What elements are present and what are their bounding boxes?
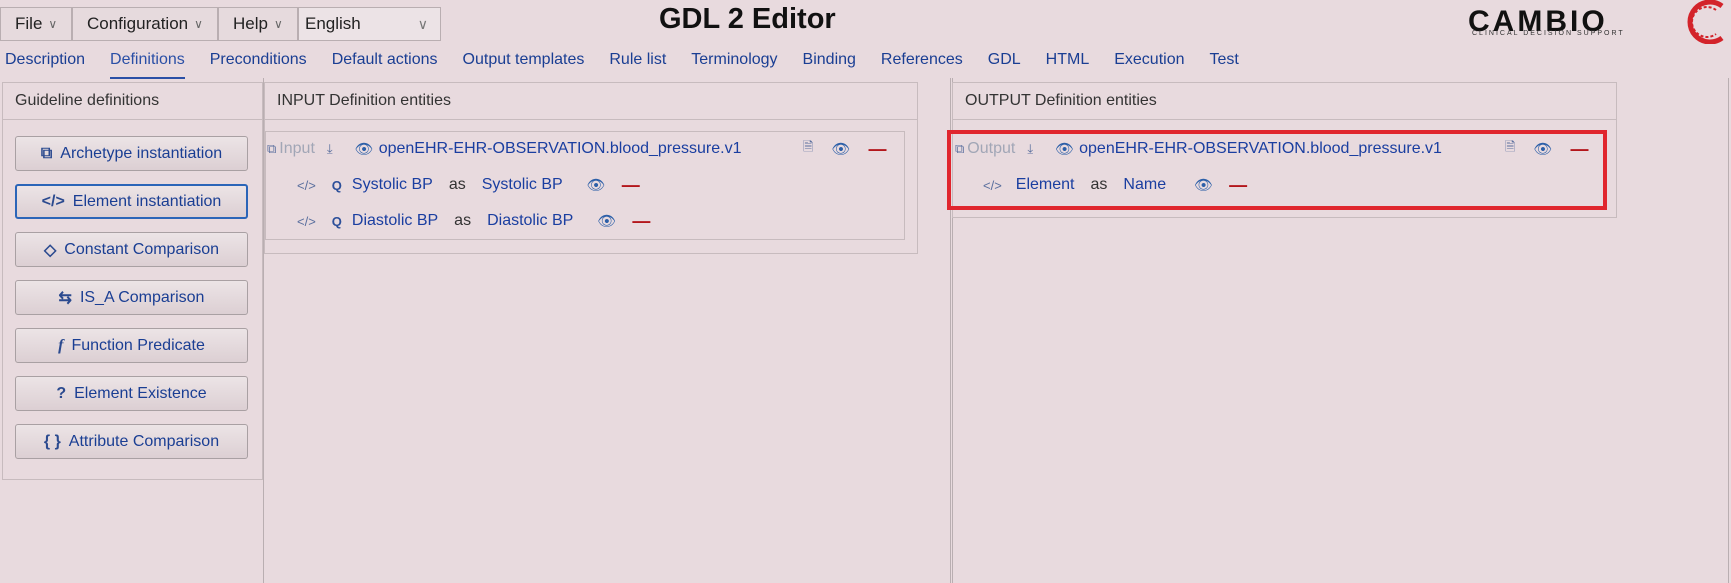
tab-rule-list[interactable]: Rule list (609, 44, 666, 77)
button-label: Archetype instantiation (60, 144, 223, 162)
element-path-link[interactable]: Systolic BP (352, 176, 433, 194)
code-icon: </> (297, 177, 316, 193)
element-existence-button[interactable]: ? Element Existence (15, 376, 248, 411)
chevron-down-icon: ∨ (417, 16, 428, 32)
remove-icon[interactable]: — (622, 175, 640, 196)
tab-references[interactable]: References (881, 44, 963, 77)
input-archetype-actions: 🗎 👁 — (803, 136, 887, 162)
button-label: IS_A Comparison (79, 288, 205, 306)
eye-icon[interactable]: 👁 (597, 212, 616, 230)
tab-output-templates[interactable]: Output templates (463, 44, 585, 77)
code-icon: </> (297, 213, 316, 229)
language-value: English (305, 14, 361, 33)
menu-file-label: File (15, 14, 43, 33)
button-label: Element instantiation (72, 192, 222, 210)
is-a-comparison-button[interactable]: ⇆ IS_A Comparison (15, 280, 248, 315)
archetype-icon: ⧉ (267, 141, 277, 156)
query-icon[interactable]: Q (332, 178, 342, 193)
attribute-comparison-button[interactable]: { } Attribute Comparison (15, 424, 248, 459)
panel-title: OUTPUT Definition entities (953, 83, 1616, 120)
language-select[interactable]: English ∨ (298, 7, 441, 41)
tab-definitions[interactable]: Definitions (110, 44, 185, 79)
tab-binding[interactable]: Binding (803, 44, 856, 77)
entity-type-label: Input (279, 140, 315, 157)
panel-title: INPUT Definition entities (265, 83, 917, 120)
logo-ring-icon (1687, 0, 1724, 44)
question-icon: ? (56, 384, 67, 402)
function-icon: f (58, 336, 64, 354)
tab-test[interactable]: Test (1209, 44, 1238, 77)
element-path-link[interactable]: Diastolic BP (352, 212, 438, 230)
as-label: as (448, 176, 466, 193)
chevron-down-icon: ∨ (194, 17, 203, 31)
diamond-icon: ◇ (43, 241, 57, 259)
panel-title: Guideline definitions (3, 83, 262, 120)
archetype-link[interactable]: openEHR-EHR-OBSERVATION.blood_pressure.v… (379, 140, 742, 158)
menu-configuration-label: Configuration (87, 14, 189, 33)
eye-icon[interactable]: 👁 (831, 140, 850, 158)
tab-preconditions[interactable]: Preconditions (210, 44, 307, 77)
button-label: Attribute Comparison (68, 432, 220, 450)
divider (1728, 78, 1729, 583)
element-alias-link[interactable]: Diastolic BP (487, 212, 573, 230)
input-element-row: </> Q Systolic BP as Systolic BP 👁 — (297, 172, 640, 198)
archetype-instantiation-button[interactable]: ⧉ Archetype instantiation (15, 136, 248, 171)
menu-file[interactable]: File ∨ (0, 7, 72, 41)
tab-terminology[interactable]: Terminology (691, 44, 777, 77)
menu-configuration[interactable]: Configuration ∨ (72, 7, 218, 41)
top-bar: File ∨ Configuration ∨ Help ∨ English ∨ … (0, 0, 1731, 44)
element-instantiation-button[interactable]: </> Element instantiation (15, 184, 248, 219)
chevron-down-icon: ∨ (273, 17, 283, 31)
braces-icon: { } (43, 432, 61, 450)
element-alias-link[interactable]: Systolic BP (482, 176, 563, 194)
tab-html[interactable]: HTML (1046, 44, 1090, 77)
arrows-icon: ⇆ (58, 289, 72, 307)
tab-description[interactable]: Description (5, 44, 85, 77)
tab-gdl[interactable]: GDL (988, 44, 1021, 77)
logo-subtitle: CLINICAL DECISION SUPPORT (1472, 30, 1625, 37)
eye-icon[interactable]: 👁 (587, 176, 606, 194)
highlight-box (947, 130, 1607, 210)
button-label: Function Predicate (71, 336, 205, 354)
download-icon[interactable]: ⤓ (327, 141, 333, 157)
cambio-logo: CAMBIO CLINICAL DECISION SUPPORT (1468, 0, 1730, 44)
button-label: Constant Comparison (64, 240, 220, 258)
tab-bar: Description Definitions Preconditions De… (0, 44, 1731, 79)
menu-help[interactable]: Help ∨ (218, 7, 298, 41)
remove-icon[interactable]: — (869, 139, 887, 160)
remove-icon[interactable]: — (632, 211, 650, 232)
query-icon[interactable]: Q (332, 214, 342, 229)
code-icon: </> (41, 192, 65, 210)
function-predicate-button[interactable]: f Function Predicate (15, 328, 248, 363)
input-element-row: </> Q Diastolic BP as Diastolic BP 👁 — (297, 208, 650, 234)
constant-comparison-button[interactable]: ◇ Constant Comparison (15, 232, 248, 267)
app-title: GDL 2 Editor (659, 3, 836, 35)
archetype-icon: ⧉ (40, 144, 53, 162)
menu-help-label: Help (233, 14, 268, 33)
eye-icon[interactable]: 👁 (355, 140, 374, 158)
tab-execution[interactable]: Execution (1114, 44, 1184, 77)
input-archetype-row: ⧉ Input ⤓ 👁 openEHR-EHR-OBSERVATION.bloo… (267, 136, 742, 162)
add-element-icon[interactable]: 🗎 (803, 138, 813, 160)
button-label: Element Existence (74, 384, 207, 402)
tab-default-actions[interactable]: Default actions (332, 44, 438, 77)
as-label: as (454, 212, 472, 229)
chevron-down-icon: ∨ (48, 17, 58, 31)
